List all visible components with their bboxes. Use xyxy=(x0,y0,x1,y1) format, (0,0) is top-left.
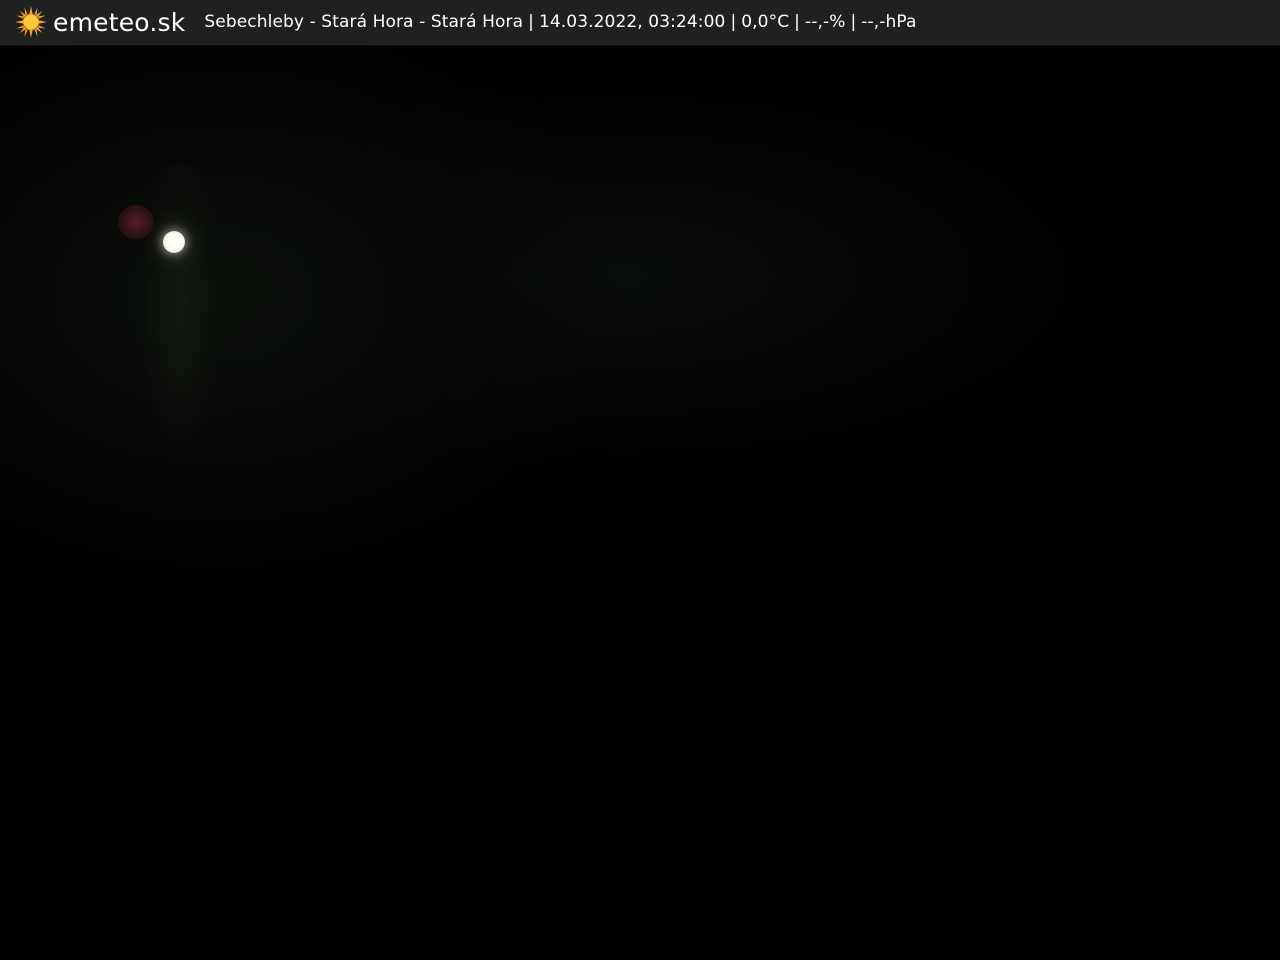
webcam-caption: Sebechleby - Stará Hora - Stará Hora | 14.… xyxy=(204,12,916,32)
lens-flare xyxy=(118,205,154,239)
location-name: Sebechleby - Stará Hora - Stará Hora xyxy=(204,12,524,32)
timestamp: 14.03.2022, 03:24:00 xyxy=(538,12,726,32)
webcam-image xyxy=(0,45,1280,960)
separator: | xyxy=(730,12,737,32)
moon xyxy=(163,231,185,253)
temperature-value: 0,0°C xyxy=(741,12,790,32)
humidity-value: --,-% xyxy=(805,12,846,32)
sun-icon xyxy=(15,6,47,38)
pressure-value: --,-hPa xyxy=(861,12,917,32)
separator: | xyxy=(794,12,800,32)
light-haze xyxy=(140,165,220,465)
brand-name: emeteo.sk xyxy=(53,7,186,37)
separator: | xyxy=(850,12,857,32)
webcam-header-bar: emeteo.sk Sebechleby - Stará Hora - Star… xyxy=(0,0,1280,45)
webcam-frame: emeteo.sk Sebechleby - Stará Hora - Star… xyxy=(0,0,1280,960)
separator: | xyxy=(528,12,534,32)
brand-logo[interactable]: emeteo.sk xyxy=(14,0,185,45)
